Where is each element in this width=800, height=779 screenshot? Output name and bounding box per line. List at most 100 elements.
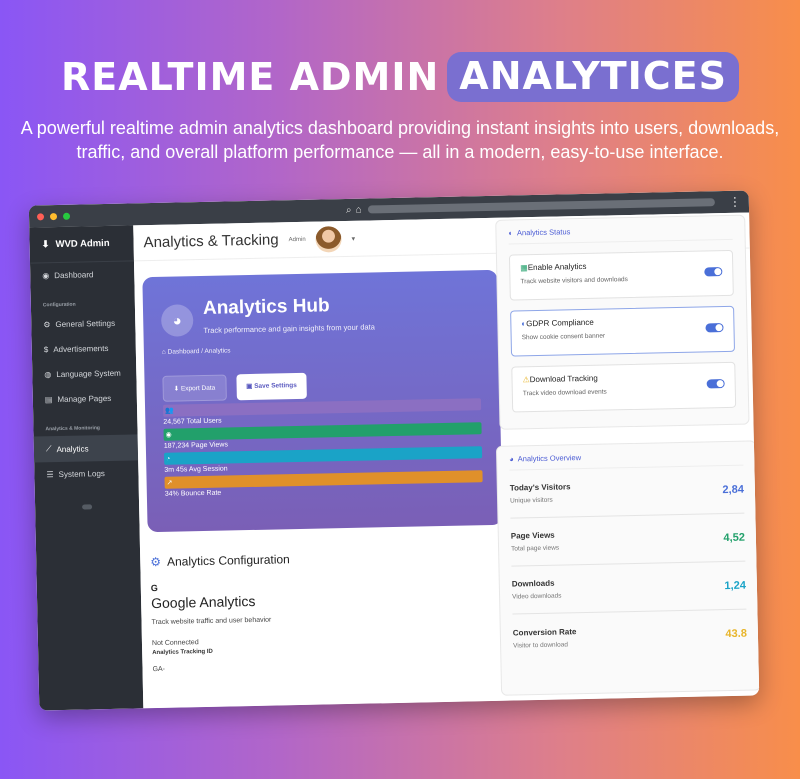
breadcrumb-dashboard[interactable]: Dashboard: [168, 348, 200, 356]
metric-name: Today's Visitors: [509, 482, 571, 493]
download-tracking-card: ⚠Download Tracking Track video download …: [511, 361, 737, 413]
metric-value: 4,52: [723, 531, 746, 544]
brand-label: WVD Admin: [55, 237, 110, 251]
download-tracking-toggle[interactable]: [706, 379, 725, 389]
save-settings-label: Save Settings: [254, 382, 297, 390]
export-data-button[interactable]: ⬇ Export Data: [162, 374, 227, 402]
pie-chart-icon: ◕: [160, 304, 194, 337]
card-title: ▦Enable Analytics: [520, 259, 722, 272]
sidebar-item-analytics[interactable]: ⟋ Analytics: [33, 434, 139, 463]
chart-icon: ▦: [520, 263, 528, 273]
enable-analytics-card: ▦Enable Analytics Track website visitors…: [508, 249, 734, 301]
metric-name: Page Views: [510, 530, 555, 541]
card-description: Track video download events: [522, 388, 607, 398]
sidebar-item-advertisements[interactable]: $ Advertisements: [32, 335, 137, 362]
hub-title: Analytics Hub: [202, 295, 330, 319]
download-icon: ⬇: [41, 239, 50, 251]
tracking-id-field[interactable]: GA-: [152, 663, 292, 673]
hero-title-highlight: ANALYTICES: [447, 52, 740, 102]
gdpr-compliance-card: ◐GDPR Compliance Show cookie consent ban…: [510, 305, 736, 357]
sidebar-item-system-logs[interactable]: ☰ System Logs: [34, 460, 139, 487]
home-icon[interactable]: ⌂: [355, 204, 361, 215]
sidebar-item-label: General Settings: [55, 318, 116, 330]
sidebar-section-configuration: Configuration: [42, 301, 76, 309]
metric-name: Downloads: [511, 578, 555, 589]
list-icon: ☰: [46, 470, 54, 480]
breadcrumb-current: Analytics: [204, 347, 231, 355]
card-description: Show cookie consent banner: [521, 332, 606, 342]
overview-row-downloads: Downloads Video downloads 1,24: [511, 561, 747, 615]
pie-chart-icon: ◕: [509, 454, 514, 464]
address-icons: ⌕ ⌂: [346, 204, 362, 215]
sidebar-item-label: Manage Pages: [57, 393, 112, 405]
admin-label: Admin: [288, 236, 306, 243]
browser-window: ⌕ ⌂ ⋮ ⬇ WVD Admin ◉ Dashboard Configurat…: [28, 190, 760, 711]
dashboard-icon: ◉: [42, 271, 50, 281]
gears-icon: ⚙: [43, 320, 51, 330]
admin-app: ⬇ WVD Admin ◉ Dashboard Configuration ⚙ …: [29, 212, 760, 711]
home-icon: ⌂: [161, 348, 166, 356]
sidebar-item-manage-pages[interactable]: ▤ Manage Pages: [33, 385, 138, 412]
sidebar: ⬇ WVD Admin ◉ Dashboard Configuration ⚙ …: [29, 225, 144, 711]
sidebar-collapse-toggle[interactable]: [82, 504, 93, 510]
stat-bounce-rate: ↗ 34% Bounce Rate: [164, 470, 484, 498]
card-description: Track website visitors and downloads: [520, 276, 628, 286]
eye-icon: ◉: [165, 431, 172, 439]
stat-page-views: ◉ 187,234 Page Views: [163, 422, 482, 450]
sidebar-item-label: Analytics: [56, 443, 89, 454]
enable-analytics-toggle[interactable]: [704, 267, 723, 277]
users-icon: 👥: [165, 407, 174, 415]
sidebar-section-analytics: Analytics & Monitoring: [45, 425, 100, 433]
export-data-label: Export Data: [180, 384, 216, 393]
main-content: Analytics & Tracking Admin ▾ ◕ Analytics…: [133, 212, 760, 709]
stat-total-users: 👥 24,567 Total Users: [162, 398, 482, 426]
save-settings-button[interactable]: ▣ Save Settings: [235, 372, 308, 401]
hero-title: REALTIME ADMIN ANALYTICES: [0, 52, 800, 102]
chevron-down-icon[interactable]: ▾: [352, 234, 356, 242]
page-title: Analytics & Tracking: [143, 231, 279, 252]
dollar-icon: $: [43, 345, 49, 355]
sidebar-item-language-system[interactable]: ◍ Language System: [32, 360, 137, 387]
minimize-window-button[interactable]: [49, 212, 58, 220]
metric-subtitle: Total page views: [511, 544, 560, 553]
metric-subtitle: Video downloads: [512, 592, 562, 601]
file-icon: ▤: [44, 395, 53, 405]
analytics-status-panel: ◐ Analytics Status ▦Enable Analytics Tra…: [495, 214, 750, 430]
stat-avg-session: ◔ 3m 45s Avg Session: [163, 446, 483, 474]
breadcrumb-separator: /: [201, 347, 204, 356]
sidebar-item-dashboard[interactable]: ◉ Dashboard: [30, 261, 135, 288]
sidebar-item-label: Advertisements: [53, 343, 109, 355]
chart-line-icon: ⟋: [45, 444, 52, 454]
analytics-overview-panel: ◕ Analytics Overview Today's Visitors Uni…: [495, 440, 760, 696]
card-title: ⚠Download Tracking: [522, 371, 724, 385]
address-bar[interactable]: [367, 198, 715, 214]
google-analytics-description: Track website traffic and user behavior: [151, 616, 272, 627]
hub-actions: ⬇ Export Data ▣ Save Settings: [162, 369, 481, 402]
overview-panel-title: Analytics Overview: [517, 453, 582, 464]
sidebar-item-label: Language System: [56, 368, 121, 380]
close-window-button[interactable]: [36, 212, 45, 220]
breadcrumb: ⌂ Dashboard / Analytics: [161, 342, 481, 356]
metric-subtitle: Unique visitors: [510, 496, 553, 505]
analytics-configuration: ⚙ Analytics Configuration G Google Analy…: [140, 552, 292, 673]
sidebar-item-general-settings[interactable]: ⚙ General Settings: [31, 310, 136, 337]
maximize-window-button[interactable]: [62, 212, 71, 220]
analytics-hub-card: ◕ Analytics Hub Track performance and ga…: [142, 269, 503, 533]
brand[interactable]: ⬇ WVD Admin: [29, 225, 134, 264]
metric-subtitle: Visitor to download: [513, 640, 568, 650]
card-title-label: Enable Analytics: [527, 261, 587, 273]
google-icon: G: [150, 582, 158, 594]
card-title-label: Download Tracking: [529, 373, 598, 385]
avatar[interactable]: [315, 225, 342, 253]
status-panel-title: Analytics Status: [516, 227, 571, 238]
connection-status: Not Connected: [151, 639, 199, 648]
card-title-label: GDPR Compliance: [526, 317, 594, 329]
status-panel-header: ◐ Analytics Status: [508, 223, 733, 245]
sidebar-item-label: System Logs: [58, 469, 105, 480]
gdpr-compliance-toggle[interactable]: [705, 323, 724, 333]
browser-menu-icon[interactable]: ⋮: [729, 195, 741, 209]
hub-description: Track performance and gain insights from…: [203, 322, 375, 335]
hub-header: ◕ Analytics Hub Track performance and ga…: [160, 292, 481, 337]
trend-icon: ↗: [166, 479, 173, 487]
search-icon[interactable]: ⌕: [346, 204, 352, 215]
